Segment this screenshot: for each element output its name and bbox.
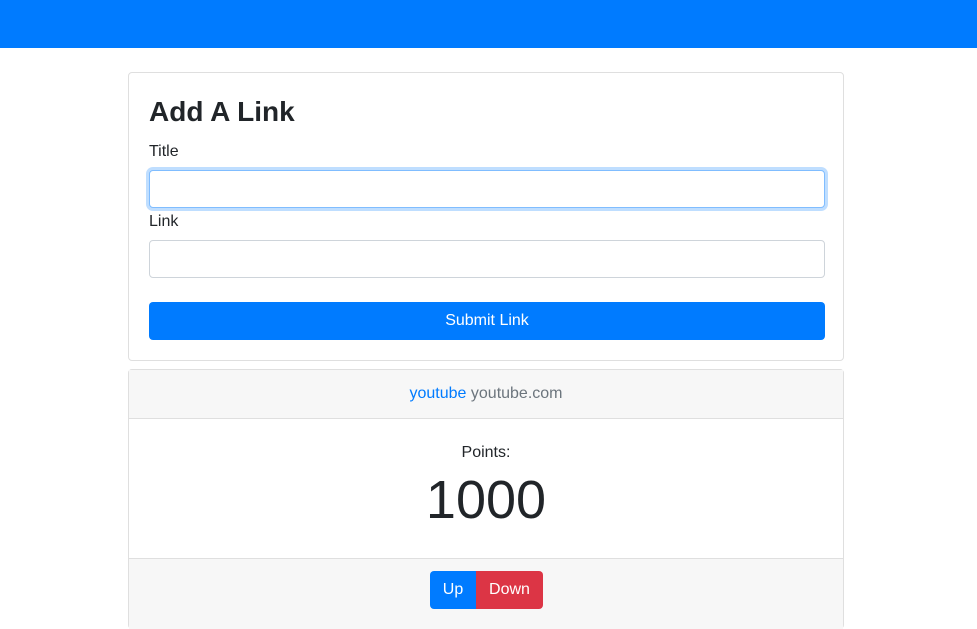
add-link-form-card: Add A Link Title Link Submit Link bbox=[128, 72, 844, 361]
submit-link-button[interactable]: Submit Link bbox=[149, 302, 825, 340]
top-navbar bbox=[0, 0, 977, 48]
title-input[interactable] bbox=[149, 170, 825, 208]
link-title[interactable]: youtube bbox=[410, 385, 467, 402]
link-card-header: youtube youtube.com bbox=[129, 370, 843, 419]
title-label: Title bbox=[149, 143, 179, 160]
upvote-button[interactable]: Up bbox=[430, 571, 476, 609]
points-label: Points: bbox=[461, 444, 511, 461]
link-card-body: Points: 1000 bbox=[129, 419, 843, 558]
points-value: 1000 bbox=[425, 470, 547, 530]
vote-button-group: Up Down bbox=[430, 571, 543, 609]
link-card-footer: Up Down bbox=[129, 558, 843, 629]
link-card: youtube youtube.com Points: 1000 Up Down bbox=[128, 369, 844, 629]
link-domain: youtube.com bbox=[470, 385, 563, 402]
link-input[interactable] bbox=[149, 240, 825, 278]
link-label: Link bbox=[149, 213, 179, 230]
form-heading: Add A Link bbox=[149, 96, 295, 127]
downvote-button[interactable]: Down bbox=[476, 571, 543, 609]
